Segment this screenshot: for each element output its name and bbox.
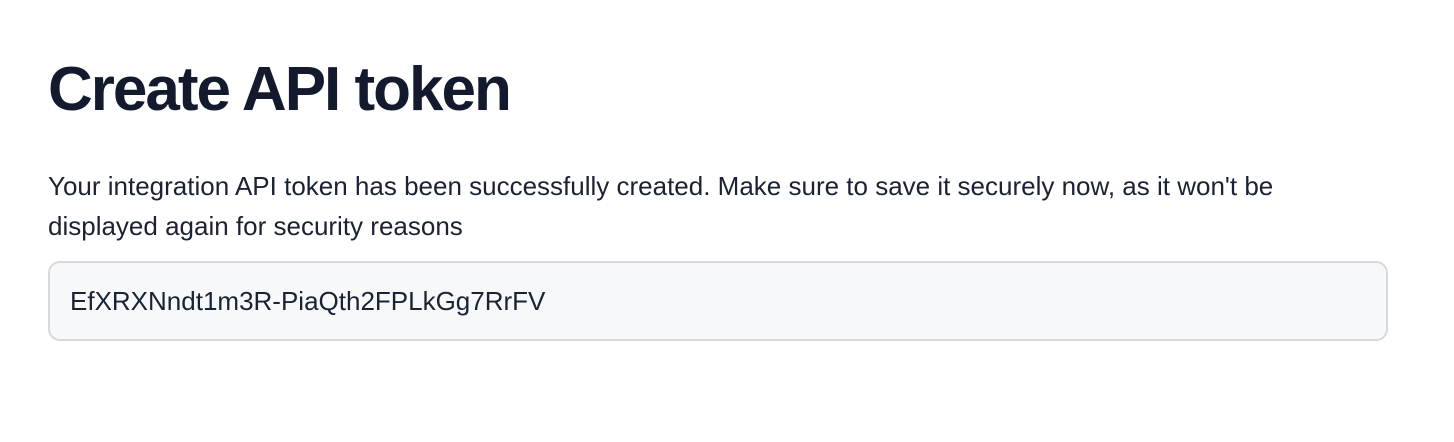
token-created-message: Your integration API token has been succ… (48, 171, 1274, 241)
api-token-input[interactable] (70, 263, 1366, 339)
page-title: Create API token (48, 55, 512, 124)
api-token-field[interactable] (48, 261, 1388, 341)
